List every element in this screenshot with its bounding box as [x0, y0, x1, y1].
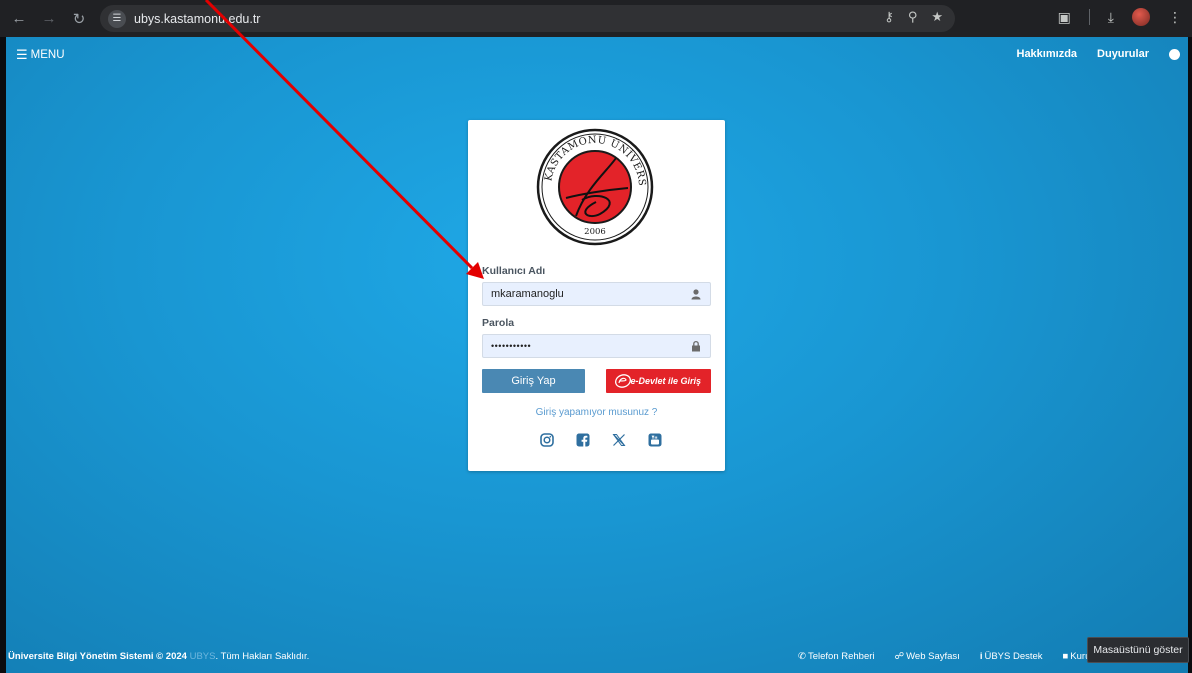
menu-label: MENU [30, 49, 65, 61]
youtube-icon[interactable] [648, 433, 662, 447]
arrow-left-icon[interactable]: ← [8, 8, 30, 30]
footer-links: ✆ Telefon Rehberi ☍ Web Sayfası i ÜBYS Dest… [798, 651, 1098, 662]
hamburger-icon: ☰ [16, 47, 28, 62]
reload-icon[interactable]: ↻ [68, 8, 90, 30]
nav-link-about[interactable]: Hakkımızda [1017, 48, 1078, 60]
password-label: Parola [482, 317, 515, 329]
top-navbar: ☰ MENU Hakkımızda Duyurular [6, 37, 1188, 73]
key-icon[interactable]: ⚷ [884, 9, 894, 25]
ubys-mark: UBYS [189, 651, 216, 662]
download-icon[interactable]: ⤓ [1108, 9, 1114, 26]
footer-link-web-label: Web Sayfası [906, 651, 960, 662]
arrow-right-icon[interactable]: → [38, 8, 60, 30]
institution-icon: ■ [1062, 651, 1069, 662]
copyright-rest: . Tüm Hakları Saklıdır. [215, 651, 310, 662]
browser-toolbar: ← → ↻ ☰ ubys.kastamonu.edu.tr ⚷ ⚲ ★ ▣ ⤓ … [0, 0, 1192, 37]
info-icon: i [979, 651, 983, 662]
more-menu-icon[interactable]: ⋮ [1168, 9, 1182, 26]
edevlet-logo-icon [615, 374, 631, 388]
edevlet-label: e-Devlet ile Giriş [630, 376, 701, 386]
password-field[interactable]: ••••••••••• [482, 334, 711, 358]
university-logo: KASTAMONU ÜNİVERSİTESİ 2006 [532, 119, 654, 246]
footer-link-web[interactable]: ☍ Web Sayfası [895, 651, 960, 662]
x-icon[interactable] [612, 433, 626, 447]
web-icon: ☍ [894, 651, 905, 662]
logo-year: 2006 [584, 227, 606, 237]
url-text[interactable]: ubys.kastamonu.edu.tr [134, 12, 260, 26]
globe-icon[interactable] [1169, 48, 1180, 60]
zoom-icon[interactable]: ⚲ [908, 9, 918, 25]
extensions-icon[interactable]: ▣ [1058, 9, 1071, 26]
bookmark-star-icon[interactable]: ★ [931, 9, 943, 25]
edevlet-login-button[interactable]: e-Devlet ile Giriş [606, 369, 711, 393]
top-nav-links: Hakkımızda Duyurular [1017, 48, 1180, 60]
social-links [540, 433, 662, 447]
show-desktop-tooltip: Masaüstünü göster [1087, 637, 1189, 663]
menu-button[interactable]: ☰ MENU [16, 47, 65, 63]
footer-link-phone-label: Telefon Rehberi [807, 651, 875, 662]
password-value: ••••••••••• [491, 341, 532, 351]
forgot-login-link[interactable]: Giriş yapamıyor musunuz ? [468, 407, 725, 418]
footer-link-phone[interactable]: ✆ Telefon Rehberi [798, 651, 875, 662]
copyright-bold: Üniversite Bilgi Yönetim Sistemi © 2024 [8, 651, 187, 662]
login-page: ☰ MENU Hakkımızda Duyurular KASTAMONU ÜN… [6, 37, 1188, 673]
lock-icon [692, 340, 700, 352]
nav-link-announcements[interactable]: Duyurular [1097, 48, 1149, 60]
username-value: mkaramanoglu [491, 288, 564, 300]
facebook-icon[interactable] [576, 433, 590, 447]
instagram-icon[interactable] [540, 433, 554, 447]
login-button[interactable]: Giriş Yap [482, 369, 585, 393]
profile-avatar[interactable] [1132, 8, 1150, 26]
copyright-text: Üniversite Bilgi Yönetim Sistemi © 2024 … [8, 651, 309, 662]
footer-link-support[interactable]: i ÜBYS Destek [980, 651, 1043, 662]
login-card: KASTAMONU ÜNİVERSİTESİ 2006 Kullanıcı Ad… [468, 119, 725, 471]
username-field[interactable]: mkaramanoglu [482, 282, 711, 306]
site-info-icon[interactable]: ☰ [108, 9, 126, 28]
browser-actions: ▣ ⤓ ⋮ [1058, 8, 1182, 26]
phone-icon: ✆ [798, 651, 806, 662]
user-icon [691, 289, 701, 300]
address-bar-icons: ⚷ ⚲ ★ [884, 9, 943, 25]
footer-link-support-label: ÜBYS Destek [984, 651, 1043, 662]
username-label: Kullanıcı Adı [482, 265, 546, 277]
toolbar-divider [1088, 9, 1090, 25]
page-footer: Üniversite Bilgi Yönetim Sistemi © 2024 … [6, 635, 1188, 673]
address-bar[interactable]: ☰ ubys.kastamonu.edu.tr ⚷ ⚲ ★ [100, 5, 955, 32]
